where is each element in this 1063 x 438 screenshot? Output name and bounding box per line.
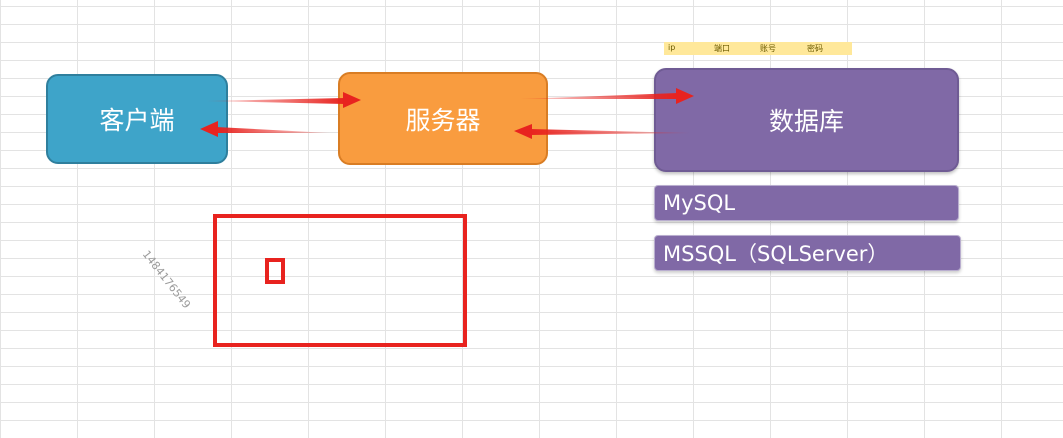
text-cursor-box (265, 258, 285, 284)
field-label-account: 账号 (760, 44, 776, 53)
mysql-label: MySQL (663, 191, 736, 215)
mssql-item: MSSQL（SQLServer） (654, 235, 961, 271)
database-label: 数据库 (768, 107, 844, 136)
watermark-text: 1484176549 (139, 248, 194, 312)
client-label: 客户端 (99, 106, 175, 135)
database-node: 数据库 (654, 68, 959, 172)
mysql-item: MySQL (654, 185, 959, 221)
client-node: 客户端 (46, 74, 228, 164)
mssql-label: MSSQL（SQLServer） (663, 242, 889, 266)
field-label-port: 端口 (714, 44, 730, 53)
field-label-password: 密码 (807, 44, 823, 53)
server-label: 服务器 (405, 105, 481, 135)
server-node: 服务器 (338, 72, 548, 165)
highlight-rectangle (213, 214, 467, 347)
field-label-ip: ip (668, 43, 676, 52)
connection-fields-strip: ip 端口 账号 密码 (664, 42, 852, 55)
